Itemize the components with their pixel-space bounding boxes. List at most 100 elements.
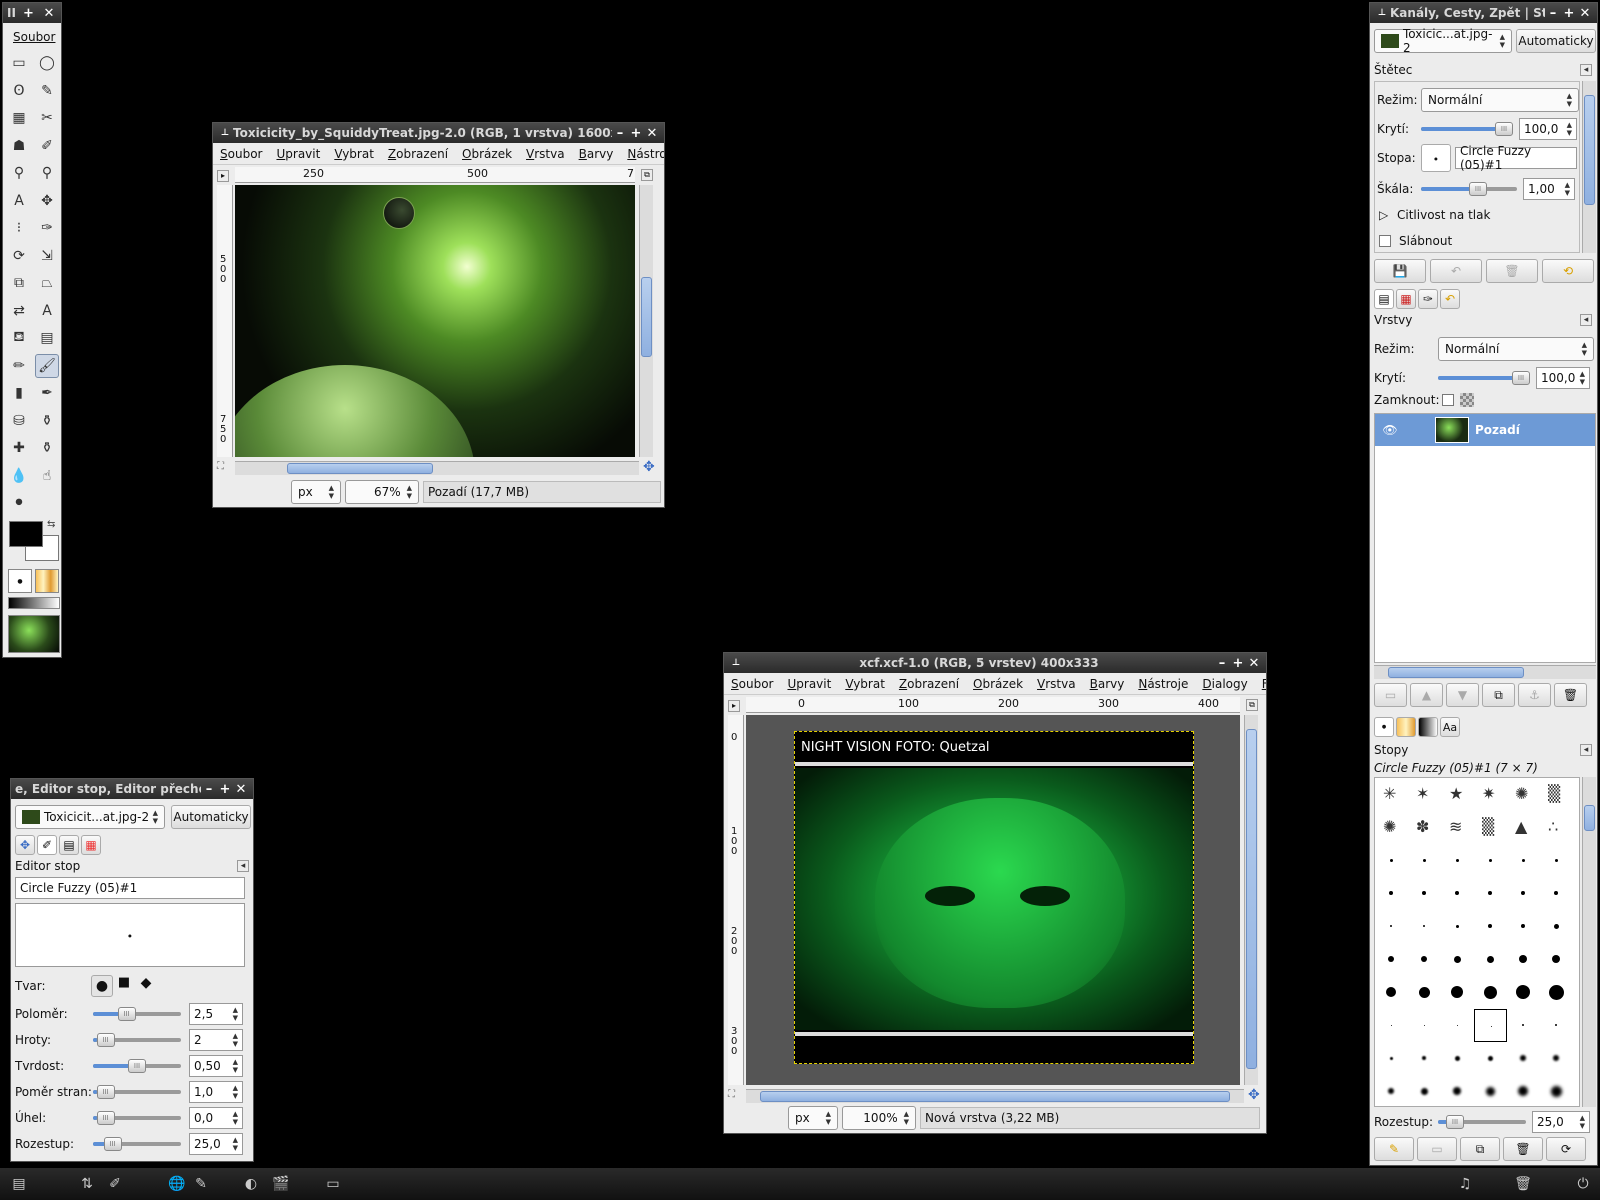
brush-cell[interactable] xyxy=(1408,976,1441,1009)
param-slider[interactable]: III xyxy=(93,1059,181,1073)
fade-checkbox[interactable] xyxy=(1379,235,1391,247)
shape-circle-button[interactable]: ● xyxy=(91,975,113,997)
power-icon[interactable]: ⏻ xyxy=(1574,1176,1592,1192)
image1-canvas[interactable] xyxy=(235,185,635,457)
image1-navigate-icon[interactable]: ⧉ xyxy=(641,169,653,181)
brush-indicator[interactable]: ● xyxy=(8,569,32,593)
brush-cell[interactable] xyxy=(1375,976,1408,1009)
param-slider[interactable]: III xyxy=(93,1111,181,1125)
param-spin[interactable]: 2 ▲ ▼ xyxy=(189,1029,243,1051)
image1-scrollbar-vertical[interactable] xyxy=(639,185,653,457)
visibility-eye-icon[interactable]: 👁 xyxy=(1375,423,1405,437)
panel-menu-icon[interactable]: ◂ xyxy=(1580,64,1592,76)
brush-cell[interactable] xyxy=(1474,1075,1507,1106)
brush-cell[interactable] xyxy=(1375,877,1408,910)
network-icon[interactable]: ⇅ xyxy=(78,1176,96,1192)
brush-cell[interactable] xyxy=(1408,844,1441,877)
new-layer-button[interactable]: ▭ xyxy=(1374,683,1407,707)
editor-icon[interactable]: ✎ xyxy=(192,1176,210,1192)
brush-cell[interactable] xyxy=(1507,943,1540,976)
smudge-icon[interactable]: ☝ xyxy=(35,464,59,488)
slider-knob[interactable]: III xyxy=(96,1111,115,1125)
zoom-icon[interactable]: ⚲ xyxy=(35,161,59,185)
tab-undo[interactable]: ↶ xyxy=(1440,289,1460,309)
options-scrollbar[interactable] xyxy=(1582,81,1596,253)
flip-icon[interactable]: ⇄ xyxy=(7,299,31,323)
tab-tool-options[interactable]: ✥ xyxy=(15,835,35,855)
image2-canvas-area[interactable]: NIGHT VISION FOTO: Quetzal xyxy=(746,715,1240,1085)
brush-cell[interactable] xyxy=(1375,1075,1408,1106)
brush-cell[interactable]: ▒ xyxy=(1540,778,1573,811)
swap-colors-icon[interactable]: ⇆ xyxy=(47,519,55,530)
brush-cell[interactable]: ▲ xyxy=(1507,811,1540,844)
brush-cell[interactable] xyxy=(1441,976,1474,1009)
tab-paths[interactable]: ✑ xyxy=(1418,289,1438,309)
delete-layer-button[interactable]: 🗑 xyxy=(1554,683,1587,707)
window1-menu-2[interactable]: Vybrat xyxy=(327,147,381,161)
image2-maximize-icon[interactable]: + xyxy=(1230,656,1246,671)
window2-menu-2[interactable]: Vybrat xyxy=(838,677,892,691)
foreground-select-icon[interactable]: ☗ xyxy=(7,134,31,158)
window2-menu-5[interactable]: Vrstva xyxy=(1030,677,1083,691)
brushes-scrollbar[interactable] xyxy=(1582,777,1596,1107)
raise-layer-button[interactable]: ▲ xyxy=(1410,683,1443,707)
anchor-layer-button[interactable]: ⚓ xyxy=(1518,683,1551,707)
tab-palette-editor[interactable]: ▦ xyxy=(81,835,101,855)
duplicate-brush-button[interactable]: ⧉ xyxy=(1460,1137,1500,1161)
image2-scroll-thumb-v[interactable] xyxy=(1246,729,1257,1069)
brush-cell[interactable] xyxy=(1441,1042,1474,1075)
brush-cell[interactable] xyxy=(1408,910,1441,943)
reset-options-button[interactable]: ⟲ xyxy=(1542,259,1594,283)
window1-menu-5[interactable]: Vrstva xyxy=(519,147,572,161)
image1-minimize-icon[interactable]: – xyxy=(612,126,628,141)
brush-editor-titlebar[interactable]: e, Editor stop, Editor přechodů – + ✕ xyxy=(11,779,253,799)
brush-name-field[interactable]: Circle Fuzzy (05)#1 xyxy=(15,877,245,899)
expander-icon[interactable]: ▷ xyxy=(1379,208,1397,222)
scissors-icon[interactable]: ✂ xyxy=(35,106,59,130)
brush-cell[interactable]: ▒ xyxy=(1474,811,1507,844)
brush-cell[interactable] xyxy=(1474,1009,1507,1042)
delete-options-button[interactable]: 🗑 xyxy=(1486,259,1538,283)
brush-cell[interactable]: ≋ xyxy=(1441,811,1474,844)
brush-cell[interactable]: ✺ xyxy=(1375,811,1408,844)
image2-quickmask-corner[interactable]: ▸ xyxy=(728,700,740,712)
brush-cell[interactable]: ✺ xyxy=(1507,778,1540,811)
toolbox-menu-file[interactable]: Soubor xyxy=(13,30,55,44)
right-dock-minimize-icon[interactable]: – xyxy=(1545,6,1561,21)
tab-brushes[interactable]: ● xyxy=(1374,717,1394,737)
right-dock-image-select[interactable]: Toxicic...at.jpg-2 ▲ ▼ xyxy=(1374,27,1512,55)
free-select-icon[interactable]: ʘ xyxy=(7,79,31,103)
brush-cell[interactable] xyxy=(1507,1042,1540,1075)
brush-cell[interactable] xyxy=(1441,877,1474,910)
brush-cell[interactable] xyxy=(1441,910,1474,943)
brush-cell[interactable] xyxy=(1540,1075,1573,1106)
param-slider[interactable]: III xyxy=(93,1085,181,1099)
brush-cell[interactable] xyxy=(1474,943,1507,976)
lock-alpha-icon[interactable] xyxy=(1460,393,1474,407)
image2-scrollbar-horizontal[interactable] xyxy=(746,1089,1244,1103)
fade-label[interactable]: Slábnout xyxy=(1399,234,1452,248)
brush-cell[interactable] xyxy=(1507,1075,1540,1106)
panel-menu-icon[interactable]: ◂ xyxy=(237,860,249,872)
param-slider[interactable]: III xyxy=(93,1007,181,1021)
brush-cell[interactable] xyxy=(1375,844,1408,877)
shape-diamond-button[interactable]: ◆ xyxy=(135,975,157,997)
brush-cell[interactable] xyxy=(1441,943,1474,976)
tab-fonts[interactable]: Aa xyxy=(1440,717,1460,737)
window2-menu-7[interactable]: Nástroje xyxy=(1131,677,1195,691)
brush-cell[interactable] xyxy=(1375,910,1408,943)
measure-icon[interactable]: A xyxy=(7,189,31,213)
image2-zoom-select[interactable]: 100% ▲ ▼ xyxy=(842,1106,916,1130)
window2-menu-8[interactable]: Dialogy xyxy=(1195,677,1254,691)
brush-cell[interactable] xyxy=(1540,910,1573,943)
brush-cell[interactable] xyxy=(1474,976,1507,1009)
brush-cell[interactable]: ✳ xyxy=(1375,778,1408,811)
right-dock-close-icon[interactable]: ✕ xyxy=(1577,6,1593,21)
crop-icon[interactable]: ✑ xyxy=(35,216,59,240)
panel-menu-icon[interactable]: ◂ xyxy=(1580,314,1592,326)
brush-cell[interactable] xyxy=(1441,1075,1474,1106)
opacity-slider[interactable]: III xyxy=(1421,122,1513,136)
panel-menu-icon[interactable]: ◂ xyxy=(1580,744,1592,756)
window1-menu-7[interactable]: Nástroje xyxy=(620,147,664,161)
refresh-brushes-button[interactable]: ⟳ xyxy=(1546,1137,1586,1161)
